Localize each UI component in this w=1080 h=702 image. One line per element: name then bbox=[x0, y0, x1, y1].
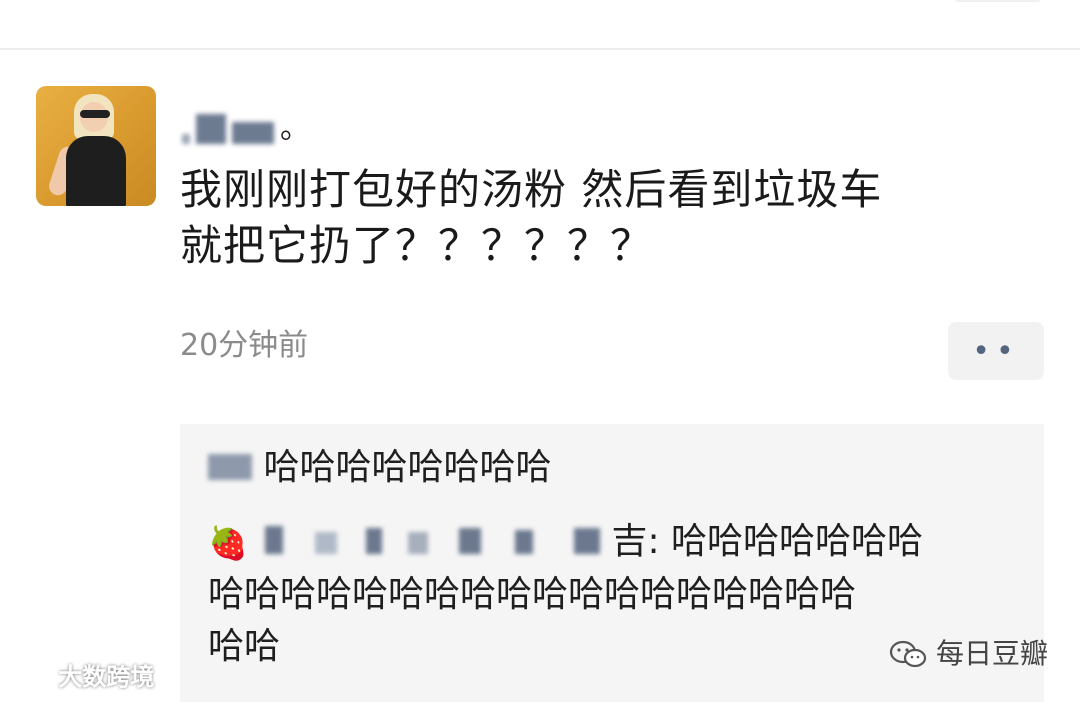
comment-text: : 哈哈哈哈哈哈哈 bbox=[647, 521, 924, 562]
watermark-left-text: 大数跨境 bbox=[58, 663, 155, 691]
wechat-icon bbox=[889, 640, 927, 668]
post-timestamp: 20分钟前 bbox=[180, 328, 309, 363]
comment-text: 哈哈哈哈哈哈哈哈 bbox=[263, 447, 552, 488]
weibo-icon bbox=[11, 667, 48, 691]
username-blur bbox=[232, 122, 274, 144]
username-blur bbox=[182, 134, 190, 144]
comment-text: 哈哈哈哈哈哈哈哈哈哈哈哈哈哈哈哈哈哈 bbox=[208, 574, 857, 615]
commenter-name-blur bbox=[208, 443, 252, 495]
watermark-right-text: 每日豆瓣 bbox=[936, 637, 1049, 670]
top-bar bbox=[0, 0, 1080, 48]
top-action-pill[interactable] bbox=[952, 0, 1044, 2]
post-text-line: 我刚刚打包好的汤粉 然后看到垃圾车 bbox=[180, 165, 883, 214]
strawberry-emoji-icon: 🍓 bbox=[208, 524, 248, 562]
top-divider bbox=[0, 48, 1080, 50]
comment-item[interactable]: 哈哈哈哈哈哈哈哈 bbox=[208, 442, 1018, 495]
avatar[interactable] bbox=[36, 86, 156, 206]
username[interactable]: 。 bbox=[182, 100, 310, 144]
commenter-name-blur bbox=[265, 517, 601, 569]
avatar-body bbox=[66, 136, 126, 206]
watermark-left: 大数跨境 bbox=[10, 662, 154, 692]
post-text-line: 就把它扔了？？？？？？ bbox=[180, 221, 654, 270]
commenter-name-tail: 吉 bbox=[611, 521, 648, 562]
post-text: 我刚刚打包好的汤粉 然后看到垃圾车 就把它扔了？？？？？？ bbox=[180, 162, 1040, 274]
comment-text: 哈哈 bbox=[208, 626, 281, 667]
username-blur bbox=[196, 114, 226, 144]
username-dot: 。 bbox=[280, 111, 310, 146]
avatar-glasses bbox=[80, 110, 110, 118]
more-button[interactable]: •• bbox=[948, 322, 1044, 380]
watermark-right: 每日豆瓣 bbox=[888, 636, 1048, 672]
